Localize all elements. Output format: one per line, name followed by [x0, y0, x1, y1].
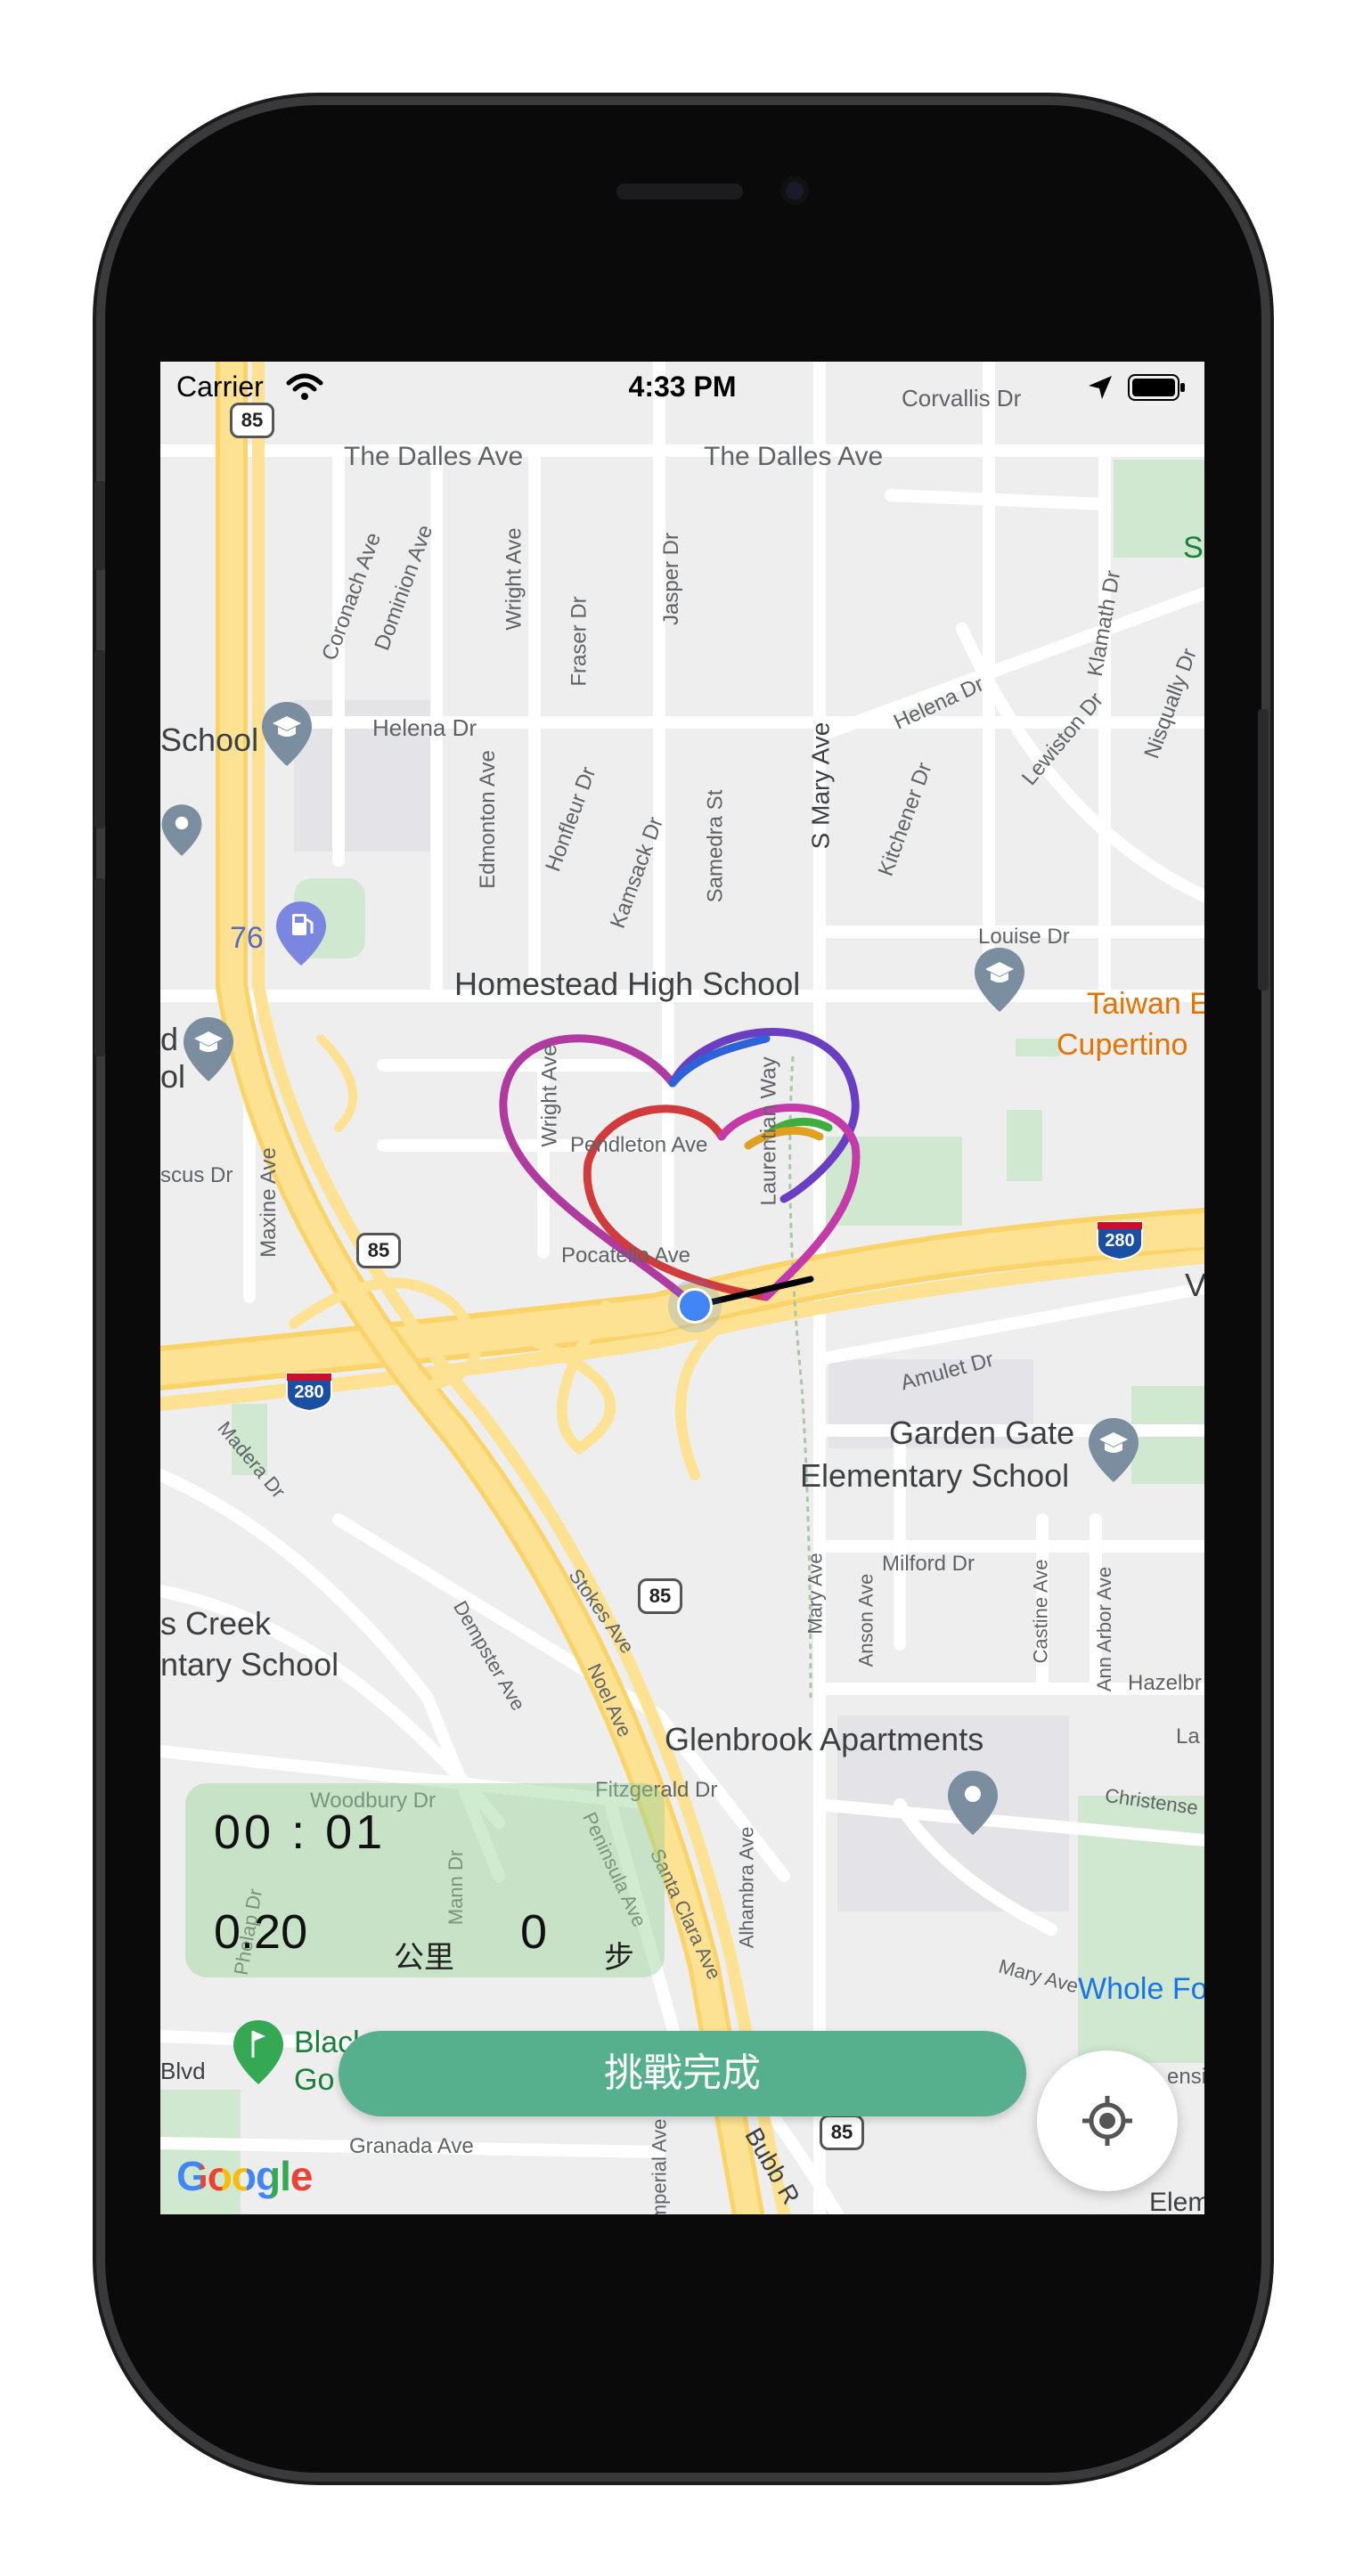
mute-switch — [94, 481, 105, 570]
steps-unit: 步 — [604, 1941, 634, 1975]
street-label: Wright Ave — [537, 1044, 562, 1147]
volume-up-button — [94, 650, 105, 828]
finish-challenge-button[interactable]: 挑戰完成 — [339, 2031, 1026, 2116]
google-logo-text: Google — [176, 2153, 313, 2199]
street-label: Edmonton Ave — [475, 750, 500, 889]
street-label: Helena Dr — [372, 714, 477, 741]
highway-shield: 85 — [230, 403, 274, 438]
school-pin-icon[interactable] — [260, 700, 314, 768]
distance-unit: 公里 — [394, 1941, 454, 1975]
place-pin-icon[interactable] — [946, 1769, 1000, 1837]
street-label: Laurentian Way — [756, 1056, 781, 1206]
interstate-shield: 280 — [1096, 1220, 1144, 1261]
place-pin-icon[interactable] — [160, 796, 203, 864]
place-label[interactable]: Whole Fo — [1078, 1972, 1204, 2007]
place-label: d — [160, 1021, 179, 1057]
highway-shield: 85 — [820, 2115, 864, 2150]
place-label[interactable]: Elementary School — [800, 1457, 1069, 1495]
street-label: Granada Ave — [349, 2134, 474, 2158]
distance-value: 0.20 — [214, 1905, 308, 1959]
earpiece-speaker — [616, 183, 743, 200]
street-label: The Dalles Ave — [344, 442, 524, 471]
street-label: Anson Ave — [854, 1573, 877, 1667]
place-label[interactable]: Taiwan E — [1087, 987, 1204, 1022]
status-bar: Carrier 4:33 PM — [160, 362, 1204, 412]
street-label: Imperial Ave — [648, 2118, 671, 2214]
volume-down-button — [94, 878, 105, 1056]
power-button — [1258, 709, 1269, 990]
interstate-number: 280 — [294, 1382, 324, 1402]
street-label: Castine Ave — [1029, 1559, 1052, 1664]
street-label: Corvallis Dr — [902, 385, 1022, 412]
street-label: Jasper Dr — [659, 532, 684, 626]
gas-station-pin-icon[interactable] — [274, 900, 328, 967]
school-pin-icon[interactable] — [182, 1015, 235, 1083]
place-label[interactable]: Garden Gate — [889, 1414, 1074, 1452]
street-label: Fraser Dr — [567, 596, 592, 687]
location-arrow-icon — [1089, 376, 1112, 399]
interstate-shield: 280 — [285, 1372, 333, 1413]
user-location-dot — [668, 1279, 722, 1333]
street-label: Wright Ave — [502, 527, 526, 631]
place-label: ntary School — [160, 1646, 339, 1683]
gas-station-label[interactable]: 76 — [230, 921, 264, 956]
front-camera — [780, 176, 809, 205]
my-location-button[interactable] — [1037, 2050, 1178, 2191]
place-label: s Creek — [160, 1605, 272, 1642]
street-label: scus Dr — [160, 1163, 233, 1187]
street-label: Maxine Ave — [256, 1147, 281, 1258]
battery-icon — [1128, 374, 1185, 401]
street-label: Pocatello Ave — [561, 1243, 690, 1268]
street-label: Blvd — [160, 2058, 206, 2084]
street-label: Hazelbr — [1128, 1671, 1202, 1695]
street-label: ensi — [1167, 2065, 1204, 2089]
clock: 4:33 PM — [628, 371, 737, 403]
street-label: La — [1176, 1724, 1200, 1749]
my-location-icon — [1082, 2096, 1132, 2146]
place-label[interactable]: Cupertino — [1057, 1028, 1188, 1063]
place-label[interactable]: Glenbrook Apartments — [665, 1721, 983, 1758]
app-screen: Carrier 4:33 PM Corvallis Dr The Dalles … — [160, 362, 1204, 2214]
place-label[interactable]: Homestead High School — [454, 966, 800, 1003]
interstate-number: 280 — [1105, 1231, 1135, 1251]
street-label: Mary Ave — [804, 1553, 827, 1634]
street-label: Alhambra Ave — [735, 1826, 758, 1949]
highway-shield: 85 — [638, 1578, 682, 1614]
highway-shield: 85 — [356, 1233, 401, 1268]
golf-pin-icon[interactable] — [232, 2018, 285, 2086]
google-logo[interactable]: Google — [176, 2152, 313, 2200]
place-label: Elem — [1149, 2188, 1204, 2214]
school-pin-icon[interactable] — [973, 946, 1026, 1014]
street-label: Ann Arbor Ave — [1093, 1566, 1116, 1692]
street-label: Pendleton Ave — [570, 1133, 708, 1157]
place-label: V — [1185, 1267, 1204, 1303]
street-label: Milford Dr — [882, 1552, 975, 1576]
elapsed-time: 00 : 01 — [214, 1806, 387, 1859]
place-label: Go — [294, 2063, 335, 2097]
school-pin-icon[interactable] — [1087, 1416, 1140, 1484]
street-label: Samedra St — [703, 789, 728, 903]
place-label: S — [1183, 531, 1204, 565]
steps-value: 0 — [520, 1905, 548, 1959]
street-label: The Dalles Ave — [704, 442, 884, 471]
street-label: S Mary Ave — [806, 721, 835, 850]
place-label[interactable]: School — [160, 721, 258, 759]
